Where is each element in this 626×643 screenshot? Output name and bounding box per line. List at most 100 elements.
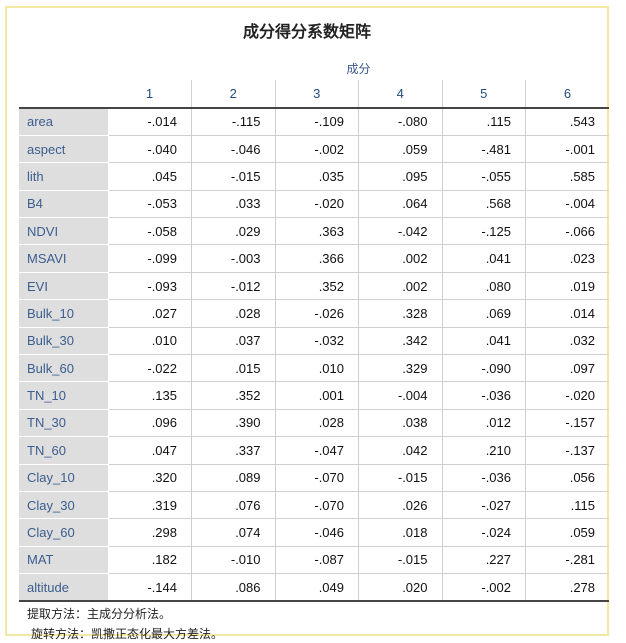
table-row: Clay_30.319.076 -.070.026 -.027.115: [19, 491, 610, 520]
value-cell: -.099: [108, 244, 192, 273]
value-cell: .086: [191, 573, 275, 603]
value-cell: .047: [108, 436, 192, 465]
value-cell: .097: [525, 354, 610, 383]
table-row: altitude -.144.086.049.020 -.002.278: [19, 573, 610, 603]
value-cell: .010: [274, 354, 359, 383]
table-row: B4 -.053.033 -.020.064.568 -.004: [19, 190, 610, 219]
row-label: MSAVI: [19, 244, 109, 273]
value-cell: -.001: [525, 135, 610, 164]
value-cell: -.080: [358, 108, 442, 136]
value-cell: .010: [108, 327, 192, 356]
value-cell: .002: [358, 272, 442, 301]
value-cell: -.055: [441, 162, 526, 191]
table-row: TN_60.047.337 -.047.042.210 -.137: [19, 436, 610, 465]
value-cell: .020: [358, 573, 442, 603]
value-cell: .027: [108, 299, 192, 328]
row-label: TN_60: [19, 436, 109, 465]
value-cell: .042: [358, 436, 442, 465]
value-cell: -.036: [441, 381, 526, 410]
value-cell: -.042: [358, 217, 442, 246]
row-label: MAT: [19, 546, 109, 575]
row-label: altitude: [19, 573, 109, 603]
value-cell: -.070: [274, 491, 359, 520]
value-cell: -.032: [274, 327, 359, 356]
value-cell: .032: [525, 327, 610, 356]
value-cell: .342: [358, 327, 442, 356]
value-cell: .012: [441, 409, 526, 438]
value-cell: .037: [191, 327, 275, 356]
value-cell: .352: [274, 272, 359, 301]
row-label: Bulk_30: [19, 327, 109, 356]
value-cell: -.015: [191, 162, 275, 191]
row-label: lith: [19, 162, 109, 191]
table-row: Clay_10.320.089 -.070 -.015 -.036.056: [19, 464, 610, 492]
value-cell: -.281: [525, 546, 610, 575]
value-cell: .227: [441, 546, 526, 575]
value-cell: .033: [191, 190, 275, 219]
value-cell: -.004: [358, 381, 442, 410]
value-cell: .041: [441, 244, 526, 273]
value-cell: .001: [274, 381, 359, 410]
value-cell: .298: [108, 518, 192, 547]
value-cell: .182: [108, 546, 192, 575]
table-row: aspect -.040 -.046 -.002.059 -.481 -.001: [19, 135, 610, 164]
value-cell: -.137: [525, 436, 610, 465]
table-title: 成分得分系数矩阵: [242, 22, 371, 41]
value-cell: -.093: [108, 272, 192, 301]
value-cell: .002: [358, 244, 442, 273]
value-cell: .080: [441, 272, 526, 301]
table-row: TN_30.096.390.028.038.012 -.157: [19, 409, 610, 438]
table-row: Bulk_30.010.037 -.032.342.041.032: [19, 327, 610, 356]
value-cell: .278: [525, 573, 610, 603]
value-cell: -.004: [525, 190, 610, 219]
value-cell: -.046: [274, 518, 359, 547]
corner-cell: [19, 56, 108, 80]
value-cell: -.024: [441, 518, 526, 547]
value-cell: .115: [525, 491, 610, 520]
column-header-row: 123456: [19, 80, 610, 109]
value-cell: .049: [274, 573, 359, 603]
value-cell: .352: [191, 381, 275, 410]
value-cell: .015: [191, 354, 275, 383]
table-row: Bulk_10.027.028 -.026.328.069.014: [19, 299, 610, 328]
value-cell: -.481: [441, 135, 526, 164]
value-cell: -.012: [191, 272, 275, 301]
value-cell: .023: [525, 244, 610, 273]
table-row: MSAVI -.099 -.003.366.002.041.023: [19, 244, 610, 273]
value-cell: -.036: [441, 464, 526, 492]
value-cell: -.020: [274, 190, 359, 219]
value-cell: .363: [274, 217, 359, 246]
value-cell: .390: [191, 409, 275, 438]
value-cell: .026: [358, 491, 442, 520]
value-cell: .543: [525, 108, 610, 136]
value-cell: -.010: [191, 546, 275, 575]
value-cell: -.026: [274, 299, 359, 328]
value-cell: .028: [191, 299, 275, 328]
column-header-3: 3: [274, 80, 359, 109]
row-label: Bulk_60: [19, 354, 109, 383]
row-label: Clay_30: [19, 491, 109, 520]
value-cell: .074: [191, 518, 275, 547]
footnote-rotation: 旋转方法：凯撒正态化最大方差法。: [31, 627, 224, 641]
table-row: TN_10.135.352.001 -.004 -.036 -.020: [19, 381, 610, 410]
value-cell: -.046: [191, 135, 275, 164]
value-cell: -.022: [108, 354, 192, 383]
value-cell: .337: [191, 436, 275, 465]
table-row: lith .045 -.015.035.095 -.055.585: [19, 162, 610, 191]
value-cell: -.090: [441, 354, 526, 383]
value-cell: -.002: [441, 573, 526, 603]
value-cell: -.027: [441, 491, 526, 520]
value-cell: .028: [274, 409, 359, 438]
matrix-body: area -.014 -.115 -.109 -.080.115.543 aspect -.…: [19, 108, 610, 603]
value-cell: .366: [274, 244, 359, 273]
value-cell: -.002: [274, 135, 359, 164]
column-header-4: 4: [358, 80, 442, 109]
corner-header-cell: [19, 80, 108, 109]
value-cell: -.053: [108, 190, 192, 219]
value-cell: .210: [441, 436, 526, 465]
value-cell: -.066: [525, 217, 610, 246]
value-cell: .018: [358, 518, 442, 547]
row-label: aspect: [19, 135, 109, 164]
component-score-matrix: 成分 123456 area -.014 -.115 -.109 -.080.115.5…: [19, 56, 610, 603]
table-row: MAT .182 -.010 -.087 -.015.227 -.281: [19, 546, 610, 575]
